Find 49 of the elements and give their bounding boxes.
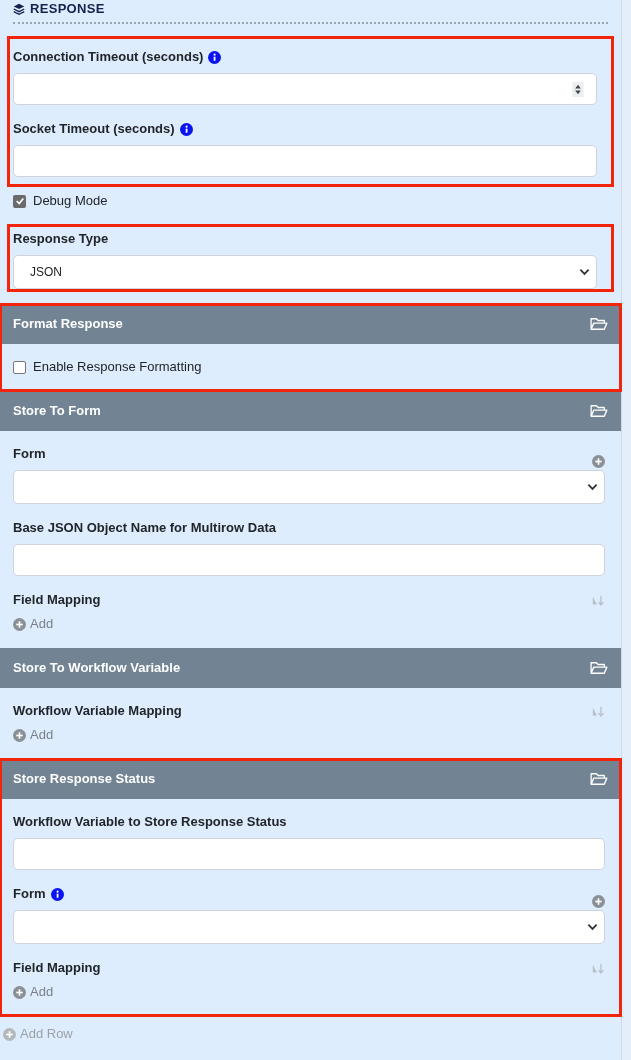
checkbox[interactable] — [13, 360, 26, 374]
field-label: Socket Timeout (seconds) — [13, 121, 175, 137]
add-icon[interactable] — [592, 454, 605, 468]
layers-icon — [13, 3, 25, 15]
field-label: Response Type — [13, 231, 109, 247]
info-icon[interactable] — [179, 122, 193, 136]
field-label: Base JSON Object Name for Multirow Data — [13, 520, 276, 536]
chevron-down-icon — [587, 923, 598, 931]
select-field[interactable] — [13, 910, 605, 944]
input-field[interactable] — [13, 145, 597, 177]
field-label: Field Mapping — [13, 960, 101, 976]
panel-title[interactable]: Store To Form — [13, 403, 101, 419]
stepper-icon[interactable] — [572, 81, 584, 97]
folder-icon[interactable] — [590, 404, 608, 418]
panel-title[interactable]: Format Response — [13, 316, 123, 332]
field-label: Connection Timeout (seconds) — [13, 49, 204, 65]
field-label: Field Mapping — [13, 592, 101, 608]
field-label: Form — [13, 446, 46, 462]
input-field[interactable] — [13, 838, 605, 870]
input-field[interactable] — [13, 544, 605, 576]
panel-title[interactable]: Store To Workflow Variable — [13, 660, 181, 676]
select-value: JSON — [30, 264, 62, 281]
checkbox-label: Debug Mode — [33, 193, 108, 209]
info-icon[interactable] — [208, 50, 222, 64]
plus-icon — [3, 1027, 16, 1041]
add-icon[interactable] — [592, 894, 605, 908]
number-input[interactable] — [13, 73, 597, 105]
plus-icon — [13, 728, 26, 742]
panel-title[interactable]: Store Response Status — [13, 771, 156, 787]
plus-icon — [13, 985, 26, 999]
folder-icon[interactable] — [590, 661, 608, 675]
checkbox[interactable] — [13, 194, 26, 208]
chevron-down-icon — [587, 483, 598, 491]
add-row-link[interactable]: Add Row — [3, 1026, 73, 1042]
checkbox-label: Enable Response Formatting — [33, 359, 202, 375]
add-link[interactable]: Add — [13, 616, 54, 632]
add-link[interactable]: Add — [13, 984, 54, 1000]
section-title: RESPONSE — [30, 1, 105, 17]
field-label: Workflow Variable Mapping — [13, 703, 182, 719]
field-label: Form — [13, 886, 46, 902]
chevron-down-icon — [579, 268, 590, 276]
plus-icon — [13, 617, 26, 631]
info-icon[interactable] — [50, 887, 64, 901]
select-field[interactable]: JSON — [13, 255, 597, 289]
select-field[interactable] — [13, 470, 605, 504]
folder-icon[interactable] — [590, 317, 608, 331]
folder-icon[interactable] — [590, 772, 608, 786]
add-link[interactable]: Add — [13, 727, 54, 743]
field-label: Workflow Variable to Store Response Status — [13, 814, 287, 830]
